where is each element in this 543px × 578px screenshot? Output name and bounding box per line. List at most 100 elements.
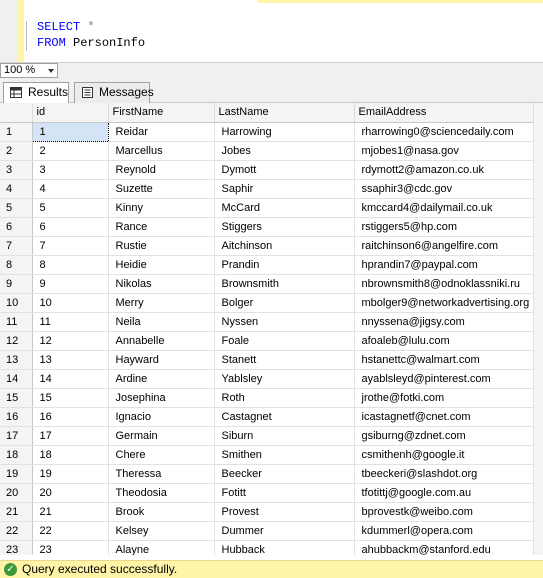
row-number[interactable]: 16 (0, 407, 33, 427)
cell-emailaddress[interactable]: bprovestk@weibo.com (354, 502, 534, 522)
cell-firstname[interactable]: Ardine (108, 369, 215, 389)
cell-lastname[interactable]: Aitchinson (214, 236, 355, 256)
cell-id[interactable]: 3 (32, 160, 109, 180)
column-header-firstname[interactable]: FirstName (108, 103, 215, 123)
table-row[interactable]: 19 19 Theressa Beecker tbeeckeri@slashdot.or… (0, 464, 534, 484)
cell-firstname[interactable]: Brook (108, 502, 215, 522)
cell-lastname[interactable]: McCard (214, 198, 355, 218)
cell-lastname[interactable]: Stiggers (214, 217, 355, 237)
cell-emailaddress[interactable]: mbolger9@networkadvertising.org (354, 293, 534, 313)
table-row[interactable]: 17 17 Germain Siburn gsiburng@zdnet.com (0, 426, 534, 446)
cell-id[interactable]: 23 (32, 540, 109, 555)
cell-id[interactable]: 15 (32, 388, 109, 408)
row-number[interactable]: 10 (0, 293, 33, 313)
cell-id[interactable]: 17 (32, 426, 109, 446)
cell-emailaddress[interactable]: ahubbackm@stanford.edu (354, 540, 534, 555)
cell-id[interactable]: 9 (32, 274, 109, 294)
cell-lastname[interactable]: Stanett (214, 350, 355, 370)
table-row[interactable]: 10 10 Merry Bolger mbolger9@networkadvertisi… (0, 293, 534, 313)
table-row[interactable]: 16 16 Ignacio Castagnet icastagnetf@cnet.com (0, 407, 534, 427)
row-number[interactable]: 7 (0, 236, 33, 256)
cell-firstname[interactable]: Theressa (108, 464, 215, 484)
table-row[interactable]: 2 2 Marcellus Jobes mjobes1@nasa.gov (0, 141, 534, 161)
row-number[interactable]: 20 (0, 483, 33, 503)
vertical-scrollbar[interactable] (533, 103, 543, 555)
cell-emailaddress[interactable]: rdymott2@amazon.co.uk (354, 160, 534, 180)
zoom-dropdown[interactable]: 100 % (0, 63, 58, 78)
cell-emailaddress[interactable]: ayablsleyd@pinterest.com (354, 369, 534, 389)
cell-lastname[interactable]: Fotitt (214, 483, 355, 503)
results-grid[interactable]: id FirstName LastName EmailAddress 1 1 Rei… (0, 103, 543, 555)
tab-messages[interactable]: Messages (74, 82, 154, 103)
cell-firstname[interactable]: Suzette (108, 179, 215, 199)
cell-lastname[interactable]: Dymott (214, 160, 355, 180)
code-line-2[interactable]: FROM PersonInfo (37, 36, 145, 50)
column-header-lastname[interactable]: LastName (214, 103, 355, 123)
cell-emailaddress[interactable]: gsiburng@zdnet.com (354, 426, 534, 446)
cell-id[interactable]: 19 (32, 464, 109, 484)
cell-firstname[interactable]: Annabelle (108, 331, 215, 351)
table-row[interactable]: 5 5 Kinny McCard kmccard4@dailymail.co.uk (0, 198, 534, 218)
table-row[interactable]: 20 20 Theodosia Fotitt tfotittj@google.com.a… (0, 483, 534, 503)
cell-emailaddress[interactable]: kdummerl@opera.com (354, 521, 534, 541)
table-row[interactable]: 4 4 Suzette Saphir ssaphir3@cdc.gov (0, 179, 534, 199)
cell-firstname[interactable]: Kinny (108, 198, 215, 218)
table-row[interactable]: 6 6 Rance Stiggers rstiggers5@hp.com (0, 217, 534, 237)
table-row[interactable]: 15 15 Josephina Roth jrothe@fotki.com (0, 388, 534, 408)
cell-id[interactable]: 21 (32, 502, 109, 522)
row-number[interactable]: 9 (0, 274, 33, 294)
cell-firstname[interactable]: Ignacio (108, 407, 215, 427)
cell-lastname[interactable]: Nyssen (214, 312, 355, 332)
query-editor[interactable]: SELECT * FROM PersonInfo (0, 0, 543, 62)
cell-lastname[interactable]: Castagnet (214, 407, 355, 427)
cell-lastname[interactable]: Bolger (214, 293, 355, 313)
row-number[interactable]: 4 (0, 179, 33, 199)
cell-firstname[interactable]: Chere (108, 445, 215, 465)
cell-lastname[interactable]: Beecker (214, 464, 355, 484)
row-number[interactable]: 5 (0, 198, 33, 218)
cell-firstname[interactable]: Josephina (108, 388, 215, 408)
row-number[interactable]: 18 (0, 445, 33, 465)
cell-lastname[interactable]: Hubback (214, 540, 355, 555)
cell-lastname[interactable]: Saphir (214, 179, 355, 199)
cell-firstname[interactable]: Nikolas (108, 274, 215, 294)
cell-firstname[interactable]: Rance (108, 217, 215, 237)
cell-emailaddress[interactable]: tfotittj@google.com.au (354, 483, 534, 503)
row-number[interactable]: 12 (0, 331, 33, 351)
cell-emailaddress[interactable]: hprandin7@paypal.com (354, 255, 534, 275)
cell-firstname[interactable]: Marcellus (108, 141, 215, 161)
cell-emailaddress[interactable]: nnyssena@jigsy.com (354, 312, 534, 332)
cell-lastname[interactable]: Smithen (214, 445, 355, 465)
tab-results[interactable]: Results (3, 82, 69, 104)
cell-id[interactable]: 7 (32, 236, 109, 256)
table-row[interactable]: 8 8 Heidie Prandin hprandin7@paypal.com (0, 255, 534, 275)
cell-firstname[interactable]: Kelsey (108, 521, 215, 541)
cell-firstname[interactable]: Neila (108, 312, 215, 332)
cell-id[interactable]: 2 (32, 141, 109, 161)
cell-emailaddress[interactable]: icastagnetf@cnet.com (354, 407, 534, 427)
cell-emailaddress[interactable]: mjobes1@nasa.gov (354, 141, 534, 161)
cell-emailaddress[interactable]: rharrowing0@sciencedaily.com (354, 122, 534, 142)
cell-emailaddress[interactable]: raitchinson6@angelfire.com (354, 236, 534, 256)
row-number[interactable]: 19 (0, 464, 33, 484)
cell-lastname[interactable]: Yablsley (214, 369, 355, 389)
table-row[interactable]: 9 9 Nikolas Brownsmith nbrownsmith8@odnoklas… (0, 274, 534, 294)
cell-lastname[interactable]: Siburn (214, 426, 355, 446)
cell-id[interactable]: 4 (32, 179, 109, 199)
cell-id[interactable]: 6 (32, 217, 109, 237)
cell-emailaddress[interactable]: rstiggers5@hp.com (354, 217, 534, 237)
cell-lastname[interactable]: Foale (214, 331, 355, 351)
cell-id[interactable]: 1 (31, 121, 109, 142)
cell-firstname[interactable]: Merry (108, 293, 215, 313)
cell-emailaddress[interactable]: jrothe@fotki.com (354, 388, 534, 408)
row-number[interactable]: 2 (0, 141, 33, 161)
row-number[interactable]: 13 (0, 350, 33, 370)
row-number[interactable]: 23 (0, 540, 33, 555)
cell-id[interactable]: 12 (32, 331, 109, 351)
row-number[interactable]: 3 (0, 160, 33, 180)
code-line-1[interactable]: SELECT * (37, 20, 95, 34)
cell-id[interactable]: 8 (32, 255, 109, 275)
cell-id[interactable]: 16 (32, 407, 109, 427)
cell-firstname[interactable]: Hayward (108, 350, 215, 370)
row-number[interactable]: 17 (0, 426, 33, 446)
